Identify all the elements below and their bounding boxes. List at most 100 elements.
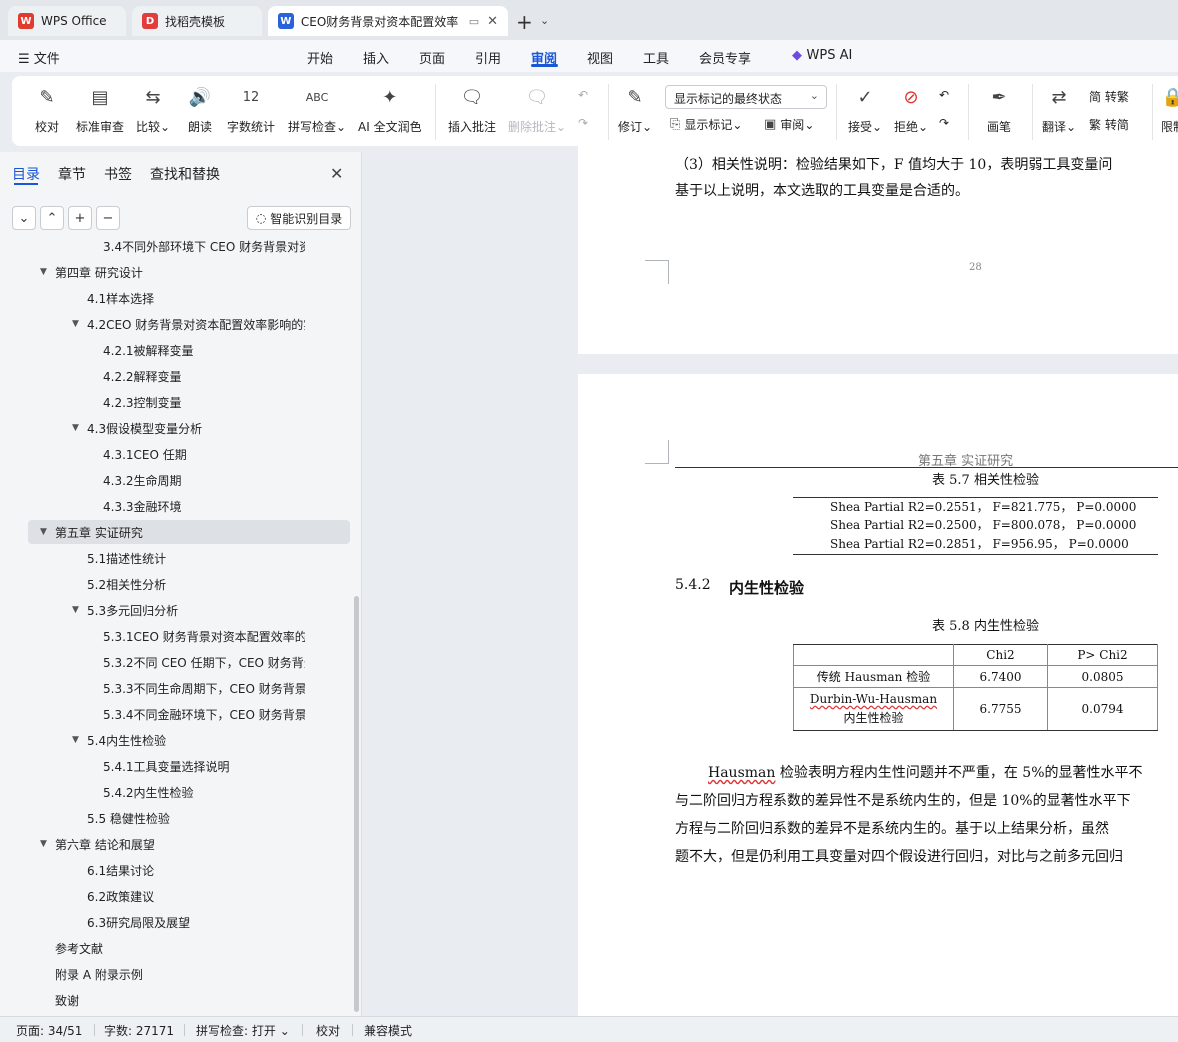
compare-icon: ⇆ [145, 86, 161, 108]
toc-item[interactable]: ▼ 5.4内生性检验 [0, 728, 350, 752]
toc-item[interactable]: 5.3.3不同生命周期下，CEO 财务背景对资 ... [0, 676, 350, 700]
restrict-editing-button[interactable]: 🔒 限制 [1160, 84, 1178, 135]
toc-item[interactable]: 附录 A 附录示例 [0, 962, 350, 986]
accept-button[interactable]: ✓ 接受⌄ [848, 84, 882, 135]
expand-arrow-icon[interactable]: ▼ [72, 319, 86, 329]
add-heading-button[interactable]: + [68, 206, 92, 230]
toc-item[interactable]: 致谢 [0, 988, 350, 1012]
tab-label: 找稻壳模板 [165, 14, 226, 29]
toc-item[interactable]: 5.4.2内生性检验 [0, 780, 350, 804]
standard-review-button[interactable]: ▤ 标准审查 [76, 84, 124, 135]
menu-references[interactable]: 引用 [475, 48, 501, 67]
toc-item[interactable]: 4.2.3控制变量 [0, 390, 350, 414]
menu-home[interactable]: 开始 [307, 48, 333, 67]
toc-item[interactable]: 5.4.1工具变量选择说明 [0, 754, 350, 778]
to-simplified-button[interactable]: 繁 转简 [1089, 116, 1129, 133]
toc-item-label: 参考文献 [55, 941, 104, 956]
collapse-down-button[interactable]: ⌄ [12, 206, 36, 230]
next-change-icon[interactable]: ↷ [939, 116, 949, 130]
markup-mode-select[interactable]: 显示标记的最终状态 ⌄ [665, 85, 827, 109]
toc-item[interactable]: 5.5 稳健性检验 [0, 806, 350, 830]
toc-item[interactable]: 6.3研究局限及展望 [0, 910, 350, 934]
expand-arrow-icon[interactable]: ▼ [40, 267, 54, 277]
menu-view[interactable]: 视图 [587, 48, 613, 67]
toc-item[interactable]: 4.2.2解释变量 [0, 364, 350, 388]
toc-item[interactable]: 4.1样本选择 [0, 286, 350, 310]
toc-item[interactable]: 4.3.3金融环境 [0, 494, 350, 518]
spell-check-indicator[interactable]: 拼写检查: 打开 ⌄ [196, 1022, 290, 1039]
expand-arrow-icon[interactable]: ▼ [72, 605, 86, 615]
toc-item[interactable]: 6.2政策建议 [0, 884, 350, 908]
toc-item[interactable]: 5.1描述性统计 [0, 546, 350, 570]
nav-scrollbar[interactable] [354, 596, 359, 1012]
delete-comment-button[interactable]: 🗨 删除批注⌄ [508, 84, 566, 135]
ai-polish-button[interactable]: ✦ AI 全文润色 [358, 84, 422, 135]
next-comment-icon[interactable]: ↷ [578, 116, 588, 130]
expand-arrow-icon[interactable]: ▼ [40, 839, 54, 849]
word-count-indicator[interactable]: 字数: 27171 [104, 1022, 174, 1039]
close-icon[interactable]: ✕ [330, 164, 343, 183]
toc-item[interactable]: ▼ 4.3假设模型变量分析 [0, 416, 350, 440]
toc-item[interactable]: 4.3.2生命周期 [0, 468, 350, 492]
review-pane-button[interactable]: ▣ 审阅 ⌄ [764, 116, 814, 133]
toc-item[interactable]: ▼4.2CEO 财务背景对资本配置效率影响的实证 ... [0, 312, 350, 336]
toc-item[interactable]: 4.3.1CEO 任期 [0, 442, 350, 466]
expand-arrow-icon[interactable]: ▼ [72, 423, 86, 433]
toc-item[interactable]: 参考文献 [0, 936, 350, 960]
toc-item[interactable]: 5.3.2不同 CEO 任期下，CEO 财务背景对 ... [0, 650, 350, 674]
show-markup-button[interactable]: ⎘ 显示标记 ⌄ [670, 116, 742, 133]
prev-change-icon[interactable]: ↶ [939, 88, 949, 102]
spell-check-button[interactable]: ABC 拼写检查⌄ [288, 84, 346, 135]
menu-page[interactable]: 页面 [419, 48, 445, 67]
toc-item[interactable]: ▼ 第六章 结论和展望 [0, 832, 350, 856]
toc-item[interactable]: ▼ 第五章 实证研究 [28, 520, 350, 544]
to-traditional-button[interactable]: 简 转繁 [1089, 88, 1129, 105]
expand-arrow-icon[interactable]: ▼ [40, 527, 54, 537]
remove-heading-button[interactable]: − [96, 206, 120, 230]
toc-item[interactable]: 3.4不同外部环境下 CEO 财务背景对资本配置 ... [0, 240, 350, 258]
tab-current-document[interactable]: W CEO财务背景对资本配置效率 ▭ ✕ [268, 6, 508, 36]
insert-comment-button[interactable]: 🗨 插入批注 [448, 84, 496, 135]
track-changes-button[interactable]: ✎ 修订⌄ [618, 84, 652, 135]
tab-toc[interactable]: 目录 [12, 164, 40, 184]
tab-find-replace[interactable]: 查找和替换 [150, 164, 220, 184]
close-tab-icon[interactable]: ✕ [487, 14, 498, 29]
toc-item[interactable]: 5.3.1CEO 财务背景对资本配置效率的影响 [0, 624, 350, 648]
menu-insert[interactable]: 插入 [363, 48, 389, 67]
smart-toc-button[interactable]: ◌ 智能识别目录 [247, 206, 351, 230]
tab-wps-office[interactable]: W WPS Office [8, 6, 126, 36]
table-row: 传统 Hausman 检验 6.7400 0.0805 [793, 665, 1158, 688]
collapse-up-button[interactable]: ⌃ [40, 206, 64, 230]
chevron-down-icon[interactable]: ⌄ [540, 14, 549, 27]
ink-button[interactable]: ✒ 画笔 [986, 84, 1012, 135]
tab-docer-templates[interactable]: D 找稻壳模板 [132, 6, 262, 36]
proofread-button[interactable]: ✎ 校对 [34, 84, 60, 135]
table-cell: 0.0794 [1047, 687, 1158, 731]
proofread-indicator[interactable]: 校对 [316, 1022, 340, 1039]
toc-item[interactable]: 5.2相关性分析 [0, 572, 350, 596]
menu-member[interactable]: 会员专享 [699, 48, 751, 67]
menu-tools[interactable]: 工具 [643, 48, 669, 67]
compare-label: 比较⌄ [136, 120, 171, 134]
compare-button[interactable]: ⇆ 比较⌄ [136, 84, 170, 135]
wps-ai-button[interactable]: ◆ WPS AI [792, 48, 852, 63]
tab-bookmarks[interactable]: 书签 [104, 164, 132, 184]
expand-arrow-icon[interactable]: ▼ [72, 735, 86, 745]
word-count-button[interactable]: 12 字数统计 [227, 84, 275, 135]
read-aloud-button[interactable]: 🔊 朗读 [187, 84, 213, 135]
new-tab-icon[interactable]: + [516, 10, 533, 34]
toc-item[interactable]: ▼ 5.3多元回归分析 [0, 598, 350, 622]
file-menu[interactable]: ☰ 文件 [18, 48, 60, 67]
toc-item[interactable]: 6.1结果讨论 [0, 858, 350, 882]
toc-item[interactable]: 4.2.1被解释变量 [0, 338, 350, 362]
toc-item-label: 4.2.3控制变量 [103, 395, 182, 410]
toc-item[interactable]: ▼ 第四章 研究设计 [0, 260, 350, 284]
page-indicator[interactable]: 页面: 34/51 [16, 1022, 82, 1039]
translate-button[interactable]: ⇄ 翻译⌄ [1042, 84, 1076, 135]
tab-sections[interactable]: 章节 [58, 164, 86, 184]
prev-comment-icon[interactable]: ↶ [578, 88, 588, 102]
toc-item[interactable]: 5.3.4不同金融环境下，CEO 财务背景对资 ... [0, 702, 350, 726]
table-row: Chi2 P> Chi2 [793, 644, 1158, 666]
reject-button[interactable]: ⊘ 拒绝⌄ [894, 84, 928, 135]
toc-item-label: 6.3研究局限及展望 [87, 915, 191, 930]
